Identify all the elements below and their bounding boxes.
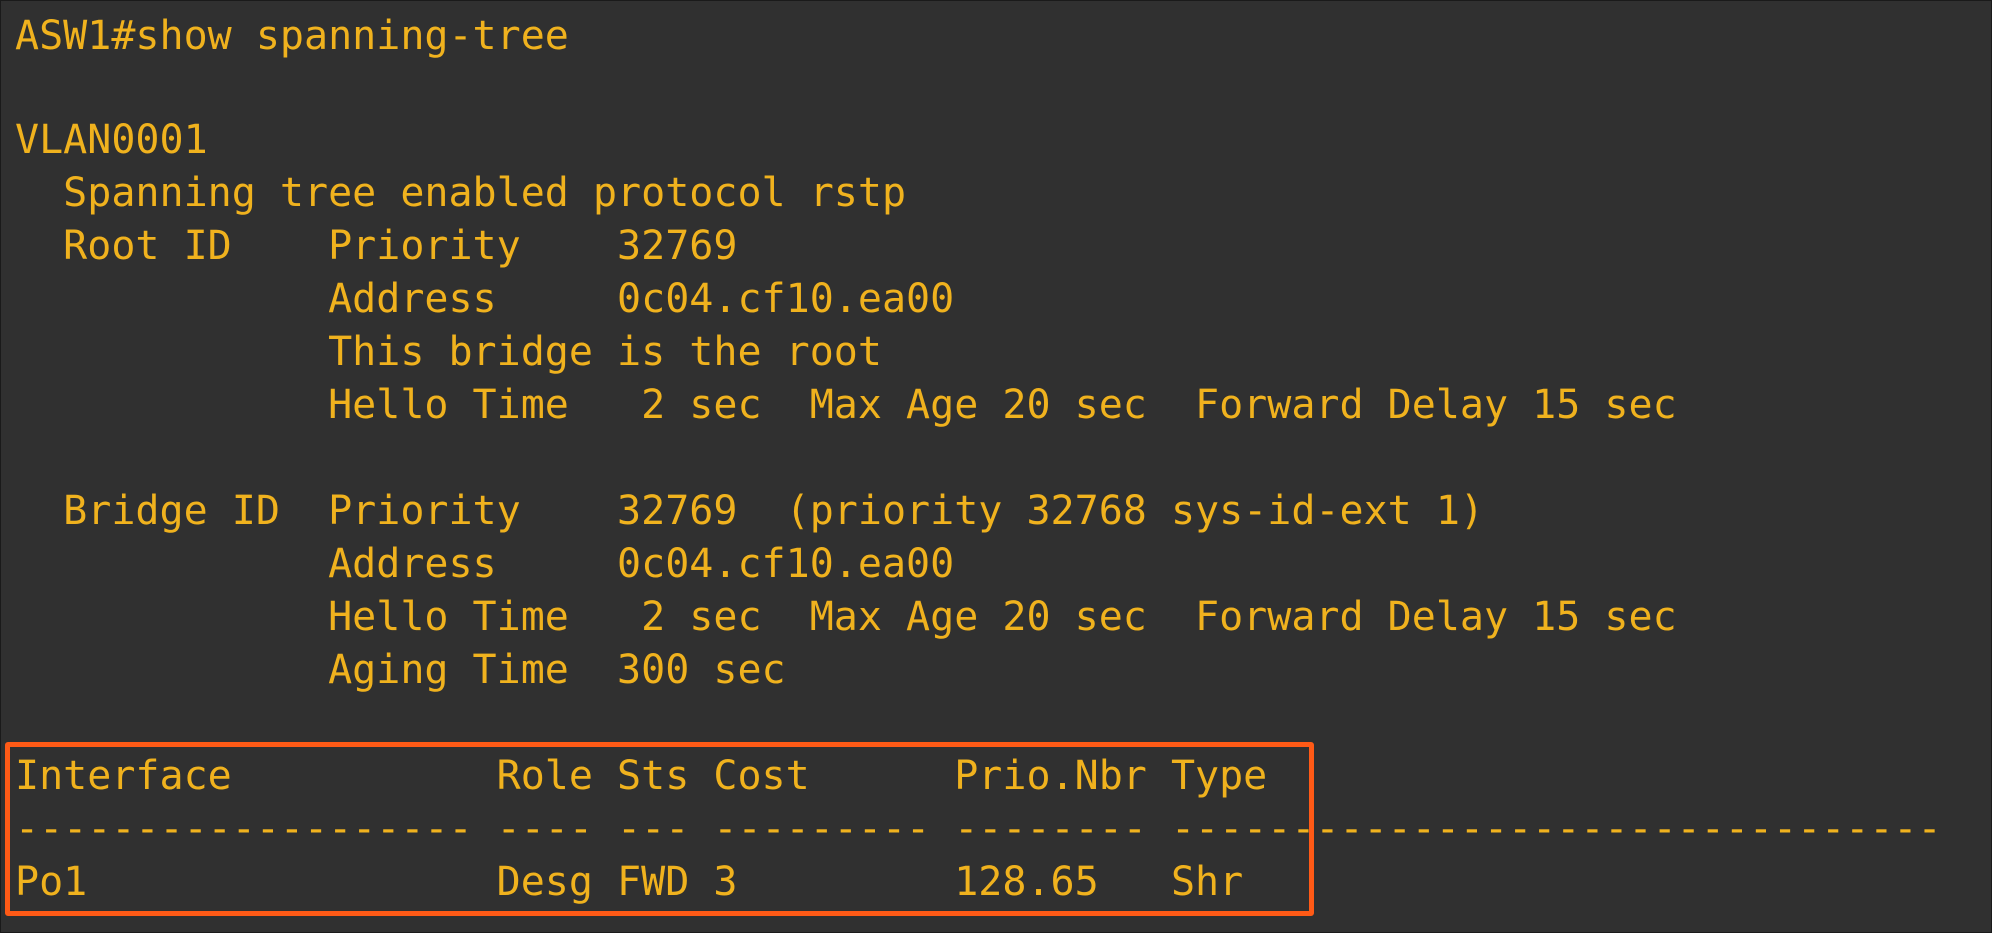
bridge-aging-line: Aging Time 300 sec [15, 647, 786, 693]
root-note-line: This bridge is the root [15, 329, 882, 375]
command-line: ASW1#show spanning-tree [15, 13, 569, 59]
root-priority-line: Root ID Priority 32769 [15, 223, 738, 269]
protocol-line: Spanning tree enabled protocol rstp [15, 170, 907, 216]
highlight-box [5, 742, 1314, 916]
bridge-timers-line: Hello Time 2 sec Max Age 20 sec Forward … [15, 594, 1677, 640]
bridge-priority-line: Bridge ID Priority 32769 (priority 32768… [15, 488, 1485, 534]
root-timers-line: Hello Time 2 sec Max Age 20 sec Forward … [15, 382, 1677, 428]
root-address-line: Address 0c04.cf10.ea00 [15, 276, 955, 322]
bridge-address-line: Address 0c04.cf10.ea00 [15, 541, 955, 587]
vlan-heading: VLAN0001 [15, 117, 208, 163]
